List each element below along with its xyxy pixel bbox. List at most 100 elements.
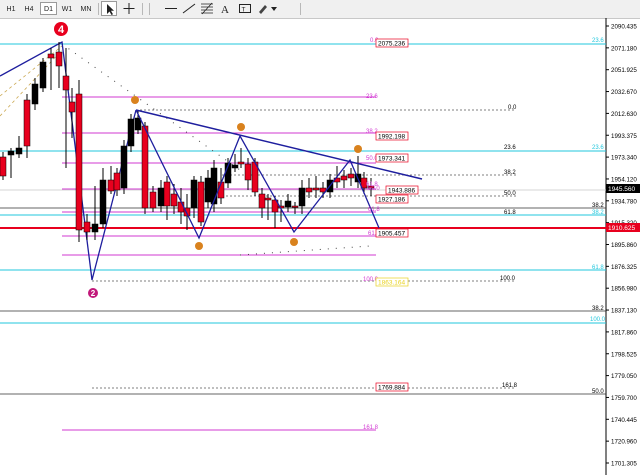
candle-body bbox=[305, 187, 313, 193]
fibonacci-icon[interactable] bbox=[199, 1, 215, 16]
candle-body bbox=[31, 83, 39, 105]
price-tick-label: 1720.960 bbox=[611, 439, 637, 446]
candle-body bbox=[7, 150, 15, 156]
price-tick-label: 1798.525 bbox=[611, 351, 637, 358]
candle-body bbox=[91, 223, 99, 233]
wave-marker-4-label: 4 bbox=[58, 24, 65, 36]
price-tick-label: 2012.630 bbox=[611, 111, 637, 118]
candle-body bbox=[23, 99, 31, 147]
text-icon[interactable]: A bbox=[217, 1, 233, 16]
price-tick-label: 1973.340 bbox=[611, 155, 637, 162]
toolbar: H1 H4 D1 W1 MN A T bbox=[0, 0, 640, 19]
fib-label: 23.6 bbox=[592, 38, 604, 44]
fib-label: 61.8 bbox=[592, 265, 604, 271]
candle-body bbox=[127, 118, 135, 147]
fib-price-label: 1973.341 bbox=[378, 156, 405, 163]
svg-text:T: T bbox=[242, 7, 246, 14]
fib-label: 38.2 bbox=[592, 306, 604, 312]
price-tick-label: 1837.130 bbox=[611, 308, 637, 315]
fib-label: 61.8 bbox=[368, 207, 380, 213]
fib-label: 161.8 bbox=[363, 425, 379, 431]
fib-label: 50.0 bbox=[592, 389, 604, 395]
candle-body bbox=[113, 172, 121, 191]
price-tick-label: 2051.925 bbox=[611, 67, 637, 74]
candle-body bbox=[68, 101, 76, 113]
candle-body bbox=[15, 147, 23, 155]
candle-body bbox=[141, 125, 149, 209]
candle-body bbox=[120, 145, 128, 189]
candle-body bbox=[264, 197, 272, 201]
fib-price-label: 1769.884 bbox=[378, 385, 405, 392]
projection-line bbox=[239, 245, 371, 256]
toolbar-separator bbox=[149, 3, 150, 15]
timeframe-h1[interactable]: H1 bbox=[3, 2, 19, 15]
candle-body bbox=[312, 187, 320, 191]
pattern-point bbox=[237, 123, 245, 131]
label-icon[interactable]: T bbox=[237, 1, 253, 16]
price-tick-label: 2090.435 bbox=[611, 24, 637, 31]
trendline-icon[interactable] bbox=[181, 1, 197, 16]
fib-label: 50.0 bbox=[504, 191, 516, 197]
candle-body bbox=[149, 191, 157, 209]
current-price-label: 1945.560 bbox=[608, 186, 635, 193]
price-tick-label: 1954.120 bbox=[611, 176, 637, 183]
price-tick-label: 1779.050 bbox=[611, 373, 637, 380]
fib-label: 23.6 bbox=[366, 94, 378, 100]
timeframe-h4[interactable]: H4 bbox=[21, 2, 37, 15]
candle-body bbox=[190, 179, 198, 209]
candle-body bbox=[47, 53, 55, 59]
candle-body bbox=[244, 163, 252, 181]
crosshair-icon[interactable] bbox=[121, 1, 137, 16]
price-tick-label: 1817.860 bbox=[611, 329, 637, 336]
timeframe-mn[interactable]: MN bbox=[78, 2, 94, 15]
fib-label: 100.0 bbox=[500, 276, 516, 282]
candle-body bbox=[163, 181, 171, 207]
price-tick-label: 1993.375 bbox=[611, 133, 637, 140]
price-tick-label: 1701.305 bbox=[611, 461, 637, 468]
candle-body bbox=[99, 179, 107, 225]
candle-body bbox=[0, 156, 7, 177]
price-tick-label: 1856.980 bbox=[611, 286, 637, 293]
price-chart[interactable]: 2090.435 2071.180 2051.925 2032.670 2012.630… bbox=[0, 18, 640, 475]
fib-price-label: 1992.198 bbox=[378, 134, 405, 141]
wave-marker-2-label: 2 bbox=[91, 289, 96, 298]
fib-label: 38.2 bbox=[592, 203, 604, 209]
horizontal-line-icon[interactable] bbox=[163, 1, 179, 16]
price-tick-label: 1759.700 bbox=[611, 395, 637, 402]
price-tick-label: 1934.780 bbox=[611, 198, 637, 205]
candle-body bbox=[231, 164, 239, 169]
price-tick-label: 2032.670 bbox=[611, 89, 637, 96]
fib-label: 161.8 bbox=[502, 383, 518, 389]
fib-label: 61.8 bbox=[504, 210, 516, 216]
timeframe-d1[interactable]: D1 bbox=[40, 2, 57, 15]
trendline bbox=[135, 109, 423, 180]
fib-label: 23.6 bbox=[592, 145, 604, 151]
toolbar-separator bbox=[142, 3, 143, 15]
fib-label: 50.0 bbox=[368, 186, 380, 192]
candle-body bbox=[237, 161, 245, 165]
candle-body bbox=[204, 177, 212, 203]
candle-body bbox=[284, 200, 292, 208]
candle-body bbox=[39, 61, 47, 89]
pattern-point bbox=[354, 145, 362, 153]
svg-text:A: A bbox=[221, 4, 229, 16]
fib-label: 38.2 bbox=[592, 210, 604, 216]
price-tick-label: 1740.445 bbox=[611, 417, 637, 424]
candle-body bbox=[170, 193, 178, 207]
cursor-icon[interactable] bbox=[101, 1, 117, 16]
draw-menu-icon[interactable] bbox=[256, 1, 282, 16]
price-tick-label: 1876.325 bbox=[611, 264, 637, 271]
price-tick-label: 2071.180 bbox=[611, 45, 637, 52]
candle-body bbox=[83, 221, 91, 233]
timeframe-w1[interactable]: W1 bbox=[59, 2, 75, 15]
pattern-point bbox=[195, 242, 203, 250]
support-price-label: 1910.625 bbox=[608, 225, 635, 232]
fib-label: 38.2 bbox=[504, 170, 516, 176]
candle-body bbox=[340, 175, 348, 181]
fib-label: 100.0 bbox=[590, 317, 606, 323]
candle-body bbox=[107, 179, 115, 192]
fib-label: 0.0 bbox=[508, 105, 517, 111]
candle-body bbox=[62, 75, 70, 91]
price-tick-label: 1895.860 bbox=[611, 242, 637, 249]
candle-body bbox=[55, 51, 63, 67]
